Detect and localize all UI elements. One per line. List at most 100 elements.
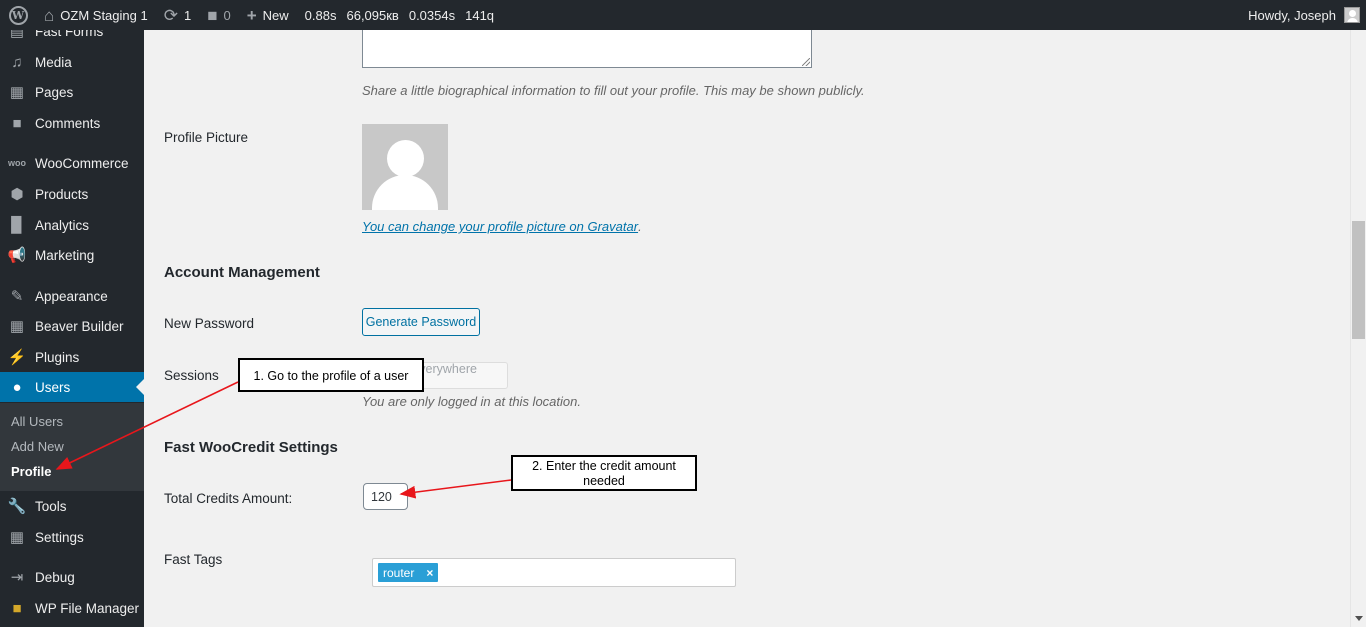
woocredit-heading: Fast WooCredit Settings xyxy=(164,439,338,456)
menu-label: Media xyxy=(35,54,72,70)
site-name-menu[interactable]: ⌂ OZM Staging 1 xyxy=(36,0,156,30)
comments-count: 0 xyxy=(223,7,231,23)
menu-marketing[interactable]: 📢 Marketing xyxy=(0,240,144,270)
howdy-text: Howdy, Joseph xyxy=(1248,7,1336,23)
stat-memory: 66,095кв xyxy=(346,7,399,23)
submenu-all-users[interactable]: All Users xyxy=(11,414,63,429)
menu-label: Appearance xyxy=(35,288,108,304)
home-icon: ⌂ xyxy=(44,5,55,25)
tag-label: router xyxy=(383,565,415,580)
menu-label: Comments xyxy=(35,115,101,131)
menu-comments[interactable]: ■ Comments xyxy=(0,108,144,138)
query-monitor-stats[interactable]: 0.88s 66,095кв 0.0354s 141q xyxy=(297,0,512,30)
scrollbar-thumb[interactable] xyxy=(1352,221,1365,339)
menu-label: WP File Manager xyxy=(35,600,140,616)
menu-label: Plugins xyxy=(35,349,80,365)
menu-products[interactable]: ⬢ Products xyxy=(0,179,144,209)
sessions-label: Sessions xyxy=(164,368,219,383)
wordpress-logo-menu[interactable]: W xyxy=(0,0,36,30)
stat-queries: 141q xyxy=(465,7,495,23)
total-credits-input[interactable]: 120 xyxy=(363,483,408,510)
new-content-menu[interactable]: + New xyxy=(239,0,297,30)
menu-label: Beaver Builder xyxy=(35,318,124,334)
menu-wp-file-manager[interactable]: ■ WP File Manager xyxy=(0,593,144,623)
gravatar-period: . xyxy=(638,219,642,234)
gravatar-link[interactable]: You can change your profile picture on G… xyxy=(362,219,642,234)
profile-picture-avatar xyxy=(362,124,448,210)
new-label: New xyxy=(262,7,289,23)
menu-label: WooCommerce xyxy=(35,155,129,171)
page-scrollbar[interactable] xyxy=(1350,30,1366,627)
new-password-label: New Password xyxy=(164,316,255,331)
fast-tags-input[interactable]: router × xyxy=(372,558,736,587)
total-credits-label: Total Credits Amount: xyxy=(164,491,293,506)
updates-menu[interactable]: ⟳ 1 xyxy=(156,0,199,30)
submenu-profile[interactable]: Profile xyxy=(11,464,51,479)
marketing-icon: 📢 xyxy=(7,247,27,264)
forms-icon: ▤ xyxy=(9,30,25,40)
users-icon: ● xyxy=(12,378,22,396)
updates-count: 1 xyxy=(183,7,192,23)
menu-fast-forms[interactable]: ▤ Fast Forms xyxy=(0,30,144,46)
user-avatar-icon xyxy=(1344,7,1360,23)
resize-grip-icon[interactable] xyxy=(802,58,810,66)
users-submenu: All Users Add New Profile xyxy=(0,403,144,491)
menu-beaver-builder[interactable]: ▦ Beaver Builder xyxy=(0,311,144,341)
scroll-down-arrow-icon[interactable] xyxy=(1355,616,1363,621)
menu-settings[interactable]: ▦ Settings xyxy=(0,522,144,552)
products-icon: ⬢ xyxy=(10,186,24,203)
analytics-icon: ▉ xyxy=(11,217,23,234)
pages-icon: ▦ xyxy=(9,84,25,101)
my-account-menu[interactable]: Howdy, Joseph xyxy=(1240,0,1366,30)
bio-description: Share a little biographical information … xyxy=(362,83,865,98)
fast-tags-label: Fast Tags xyxy=(164,552,223,567)
menu-label: Pages xyxy=(35,84,74,100)
menu-users[interactable]: ● Users xyxy=(0,372,144,402)
generate-password-button[interactable]: Generate Password xyxy=(362,308,480,336)
menu-label: Analytics xyxy=(35,217,90,233)
menu-media[interactable]: ♫ Media xyxy=(0,47,144,77)
menu-debug[interactable]: ⇥ Debug xyxy=(0,562,144,592)
site-name: OZM Staging 1 xyxy=(60,7,148,23)
settings-icon: ▦ xyxy=(9,529,25,546)
comments-icon: ■ xyxy=(12,114,22,132)
menu-woocommerce[interactable]: woo WooCommerce xyxy=(0,148,144,178)
tools-icon: 🔧 xyxy=(7,498,27,515)
comments-menu[interactable]: ■ 0 xyxy=(199,0,239,30)
menu-label: Debug xyxy=(35,569,75,585)
profile-form: Share a little biographical information … xyxy=(144,26,1350,627)
woocommerce-icon: woo xyxy=(8,158,26,168)
menu-label: Marketing xyxy=(35,247,95,263)
admin-bar: W ⌂ OZM Staging 1 ⟳ 1 ■ 0 + New 0.88s 66… xyxy=(0,0,1366,30)
menu-plugins[interactable]: ⚡ Plugins xyxy=(0,342,144,372)
submenu-add-new[interactable]: Add New xyxy=(11,439,64,454)
plus-icon: + xyxy=(246,5,257,25)
stat-time: 0.88s xyxy=(304,7,337,23)
beaver-builder-icon: ▦ xyxy=(9,318,25,335)
menu-label: Products xyxy=(35,186,89,202)
plugins-icon: ⚡ xyxy=(7,349,27,366)
menu-label: Tools xyxy=(35,498,67,514)
admin-sidebar: ▤ Fast Forms ♫ Media ▦ Pages ■ Comments … xyxy=(0,30,144,627)
media-icon: ♫ xyxy=(11,53,23,71)
wordpress-logo-icon: W xyxy=(8,5,28,25)
tag-remove-icon[interactable]: × xyxy=(426,566,433,580)
menu-analytics[interactable]: ▉ Analytics xyxy=(0,210,144,240)
profile-picture-label: Profile Picture xyxy=(164,130,249,145)
menu-appearance[interactable]: ✎ Appearance xyxy=(0,281,144,311)
tag-chip: router × xyxy=(378,563,439,582)
account-management-heading: Account Management xyxy=(164,264,320,281)
folder-icon: ■ xyxy=(12,599,22,617)
menu-label: Users xyxy=(35,379,71,395)
debug-icon: ⇥ xyxy=(10,569,24,586)
menu-pages[interactable]: ▦ Pages xyxy=(0,77,144,107)
gravatar-link-text: You can change your profile picture on G… xyxy=(362,219,639,234)
menu-label: Settings xyxy=(35,529,84,545)
menu-tools[interactable]: 🔧 Tools xyxy=(0,491,144,521)
sessions-description: You are only logged in at this location. xyxy=(362,394,581,409)
biographical-info-textarea[interactable] xyxy=(362,26,812,68)
updates-icon: ⟳ xyxy=(163,5,178,25)
callout-step-2: 2. Enter the credit amount needed xyxy=(511,455,697,491)
callout-step-1: 1. Go to the profile of a user xyxy=(238,358,424,392)
stat-query-time: 0.0354s xyxy=(408,7,456,23)
